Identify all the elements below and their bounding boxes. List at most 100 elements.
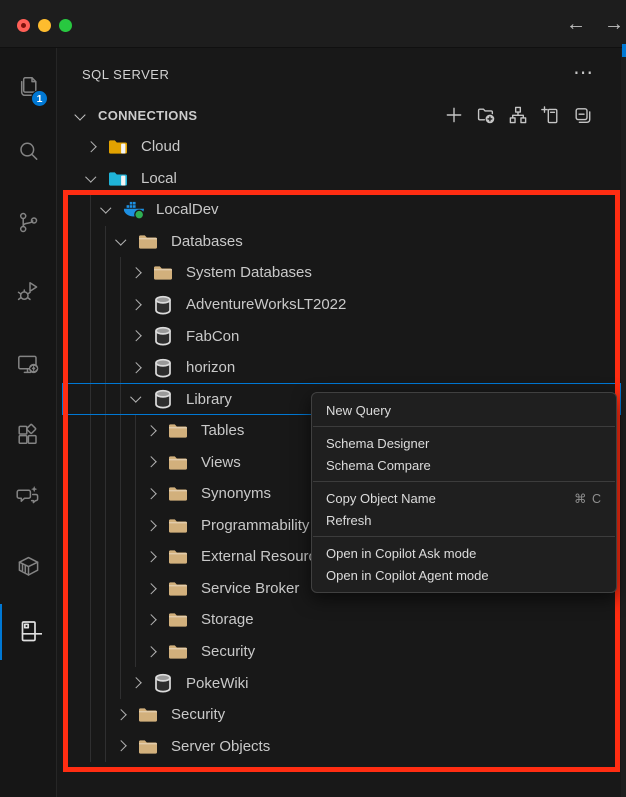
folder-icon (151, 264, 175, 281)
tree-item-label: Service Broker (201, 580, 299, 597)
tree-item-horizon[interactable]: horizon (62, 352, 621, 384)
folder-icon (166, 643, 190, 660)
minimize-button[interactable] (38, 19, 51, 32)
chevron-down-icon (74, 109, 85, 120)
chevron-right-icon (125, 269, 147, 277)
connections-toolbar (445, 106, 591, 124)
folder-group-icon (106, 170, 130, 187)
tree-item-label: Cloud (141, 138, 180, 155)
tree-item-fabcon[interactable]: FabCon (62, 320, 621, 352)
chevron-right-icon (140, 585, 162, 593)
chevron-right-icon (140, 490, 162, 498)
folder-icon (166, 422, 190, 439)
folder-icon (166, 517, 190, 534)
menu-item-open-in-copilot-ask-mode[interactable]: Open in Copilot Ask mode (312, 542, 616, 564)
add-connection-icon[interactable] (445, 106, 463, 124)
chevron-right-icon (80, 143, 102, 151)
tree-item-label: PokeWiki (186, 675, 249, 692)
menu-item-label: New Query (326, 403, 391, 418)
activity-copilot-chat-icon[interactable] (15, 483, 42, 510)
tree-item-local[interactable]: Local (62, 163, 621, 195)
tree-item-label: Security (171, 706, 225, 723)
chevron-down-icon (110, 240, 132, 244)
activity-source-control-icon[interactable] (15, 209, 42, 236)
activity-bar: 1 (0, 48, 57, 797)
activity-explorer-icon[interactable]: 1 (15, 74, 42, 101)
close-button[interactable] (17, 19, 30, 32)
new-connection-group-icon[interactable] (477, 106, 495, 124)
database-icon (151, 358, 175, 378)
menu-item-label: Refresh (326, 513, 372, 528)
menu-item-shortcut: ⌘ C (574, 491, 602, 506)
tree-item-label: Security (201, 643, 255, 660)
folder-icon (166, 580, 190, 597)
more-actions-icon[interactable]: ⋯ (573, 60, 593, 85)
tree-item-label: Programmability (201, 517, 309, 534)
activity-remote-explorer-icon[interactable] (15, 351, 42, 378)
tree-item-adventureworkslt2022[interactable]: AdventureWorksLT2022 (62, 289, 621, 321)
chevron-right-icon (140, 616, 162, 624)
menu-item-schema-designer[interactable]: Schema Designer (312, 432, 616, 454)
menu-item-label: Schema Compare (326, 458, 431, 473)
new-server-icon[interactable] (541, 106, 559, 124)
chevron-right-icon (110, 711, 132, 719)
folder-icon (136, 706, 160, 723)
activity-search-icon[interactable] (15, 138, 42, 165)
tree-item-storage[interactable]: Storage (62, 604, 621, 636)
collapse-all-icon[interactable] (573, 106, 591, 124)
menu-item-refresh[interactable]: Refresh (312, 509, 616, 531)
tree-item-security[interactable]: Security (62, 699, 621, 731)
folder-icon (136, 738, 160, 755)
tree-item-label: FabCon (186, 328, 239, 345)
menu-item-open-in-copilot-agent-mode[interactable]: Open in Copilot Agent mode (312, 564, 616, 586)
tree-item-databases[interactable]: Databases (62, 226, 621, 258)
activity-sql-server-icon[interactable] (15, 618, 42, 645)
title-bar: ← → (0, 0, 626, 48)
menu-separator (313, 426, 615, 427)
activity-badge: 1 (31, 90, 48, 107)
folder-group-icon (106, 138, 130, 155)
tree-item-label: Server Objects (171, 738, 270, 755)
tree-item-security[interactable]: Security (62, 636, 621, 668)
chevron-right-icon (140, 458, 162, 466)
tree-item-server-objects[interactable]: Server Objects (62, 730, 621, 762)
folder-icon (166, 611, 190, 628)
tree-item-label: AdventureWorksLT2022 (186, 296, 346, 313)
database-icon (151, 673, 175, 693)
tree-item-label: Databases (171, 233, 243, 250)
menu-item-new-query[interactable]: New Query (312, 399, 616, 421)
database-icon (151, 326, 175, 346)
sidebar-title: SQL SERVER (82, 67, 169, 82)
chevron-right-icon (140, 648, 162, 656)
activity-run-and-debug-icon[interactable] (15, 278, 42, 305)
tree-item-label: Tables (201, 422, 244, 439)
chevron-right-icon (125, 301, 147, 309)
menu-item-label: Copy Object Name (326, 491, 436, 506)
menu-item-schema-compare[interactable]: Schema Compare (312, 454, 616, 476)
activity-containers-icon[interactable] (15, 553, 42, 580)
tree-item-pokewiki[interactable]: PokeWiki (62, 667, 621, 699)
folder-icon (136, 233, 160, 250)
connect-hierarchy-icon[interactable] (509, 106, 527, 124)
tree-item-label: Views (201, 454, 241, 471)
menu-item-label: Open in Copilot Ask mode (326, 546, 476, 561)
activity-extensions-icon[interactable] (15, 422, 42, 449)
database-icon (151, 295, 175, 315)
tree-item-cloud[interactable]: Cloud (62, 131, 621, 163)
chevron-down-icon (125, 397, 147, 401)
tree-item-localdev[interactable]: LocalDev (62, 194, 621, 226)
zoom-button[interactable] (59, 19, 72, 32)
folder-icon (166, 454, 190, 471)
menu-item-label: Open in Copilot Agent mode (326, 568, 489, 583)
tree-item-label: Storage (201, 611, 254, 628)
tree-item-system-databases[interactable]: System Databases (62, 257, 621, 289)
chevron-right-icon (140, 553, 162, 561)
connections-section-label: CONNECTIONS (98, 108, 197, 123)
nav-forward-icon[interactable]: → (604, 11, 624, 37)
chevron-right-icon (110, 742, 132, 750)
chevron-down-icon (95, 208, 117, 212)
sash-accent (622, 44, 626, 57)
nav-back-icon[interactable]: ← (566, 11, 586, 37)
chevron-right-icon (140, 522, 162, 530)
menu-item-copy-object-name[interactable]: Copy Object Name ⌘ C (312, 487, 616, 509)
